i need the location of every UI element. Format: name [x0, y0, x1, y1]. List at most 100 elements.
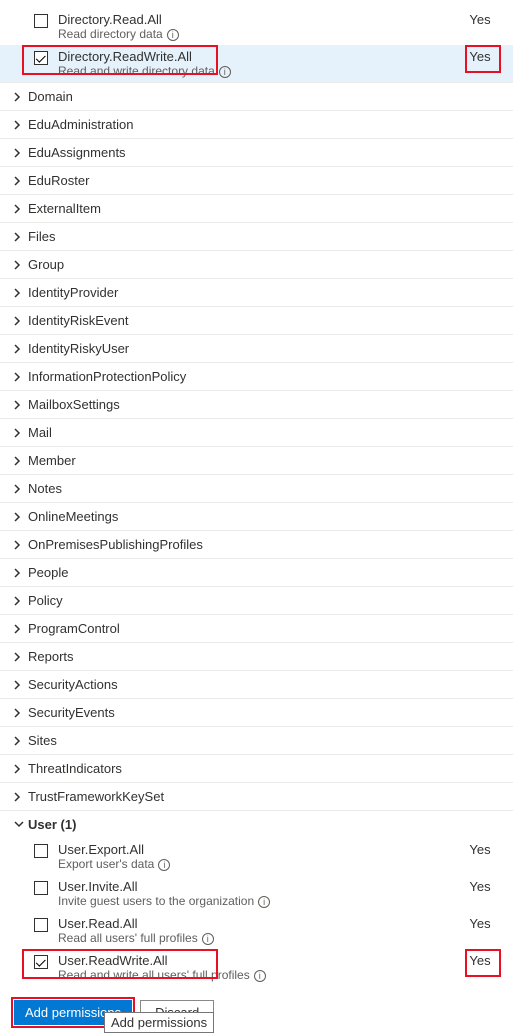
permission-checkbox[interactable] — [34, 955, 48, 969]
chevron-right-icon — [14, 372, 24, 382]
permission-row[interactable]: User.Invite.AllInvite guest users to the… — [0, 875, 513, 912]
permission-name: User.Export.All — [58, 842, 455, 857]
permission-desc: Read directory datai — [58, 27, 455, 41]
permission-checkbox[interactable] — [34, 844, 48, 858]
group-label: Mail — [28, 425, 52, 440]
chevron-right-icon — [14, 736, 24, 746]
permission-row[interactable]: User.ReadWrite.AllRead and write all use… — [0, 949, 513, 986]
info-icon[interactable]: i — [158, 859, 170, 871]
chevron-right-icon — [14, 512, 24, 522]
permission-group-row[interactable]: People — [0, 558, 513, 586]
group-label: OnPremisesPublishingProfiles — [28, 537, 203, 552]
permission-group-row[interactable]: Mail — [0, 418, 513, 446]
permission-group-row[interactable]: TrustFrameworkKeySet — [0, 782, 513, 810]
chevron-right-icon — [14, 120, 24, 130]
chevron-right-icon — [14, 204, 24, 214]
group-label: EduAdministration — [28, 117, 134, 132]
group-label: ThreatIndicators — [28, 761, 122, 776]
permission-checkbox[interactable] — [34, 51, 48, 65]
permission-group-row[interactable]: EduAdministration — [0, 110, 513, 138]
permission-group-row[interactable]: EduAssignments — [0, 138, 513, 166]
chevron-right-icon — [14, 540, 24, 550]
permission-group-row[interactable]: InformationProtectionPolicy — [0, 362, 513, 390]
chevron-right-icon — [14, 92, 24, 102]
chevron-right-icon — [14, 176, 24, 186]
permission-group-row[interactable]: Files — [0, 222, 513, 250]
permission-name: User.Read.All — [58, 916, 455, 931]
group-label: IdentityRiskEvent — [28, 313, 128, 328]
admin-consent-value: Yes — [455, 953, 505, 968]
group-label: SecurityActions — [28, 677, 118, 692]
permission-group-row[interactable]: Domain — [0, 82, 513, 110]
info-icon[interactable]: i — [219, 66, 231, 78]
info-icon[interactable]: i — [202, 933, 214, 945]
chevron-right-icon — [14, 344, 24, 354]
info-icon[interactable]: i — [167, 29, 179, 41]
permission-group-row[interactable]: Group — [0, 250, 513, 278]
info-icon[interactable]: i — [254, 970, 266, 982]
chevron-right-icon — [14, 484, 24, 494]
group-label: ExternalItem — [28, 201, 101, 216]
permission-group-row[interactable]: SecurityActions — [0, 670, 513, 698]
chevron-right-icon — [14, 232, 24, 242]
group-label: MailboxSettings — [28, 397, 120, 412]
chevron-right-icon — [14, 148, 24, 158]
permission-row[interactable]: User.Read.AllRead all users' full profil… — [0, 912, 513, 949]
permission-row[interactable]: Directory.Read.AllRead directory dataiYe… — [0, 8, 513, 45]
permission-group-row[interactable]: MailboxSettings — [0, 390, 513, 418]
group-label: OnlineMeetings — [28, 509, 118, 524]
chevron-right-icon — [14, 260, 24, 270]
permission-row[interactable]: Directory.ReadWrite.AllRead and write di… — [0, 45, 513, 82]
admin-consent-value: Yes — [455, 49, 505, 64]
permission-group-row[interactable]: Reports — [0, 642, 513, 670]
permission-checkbox[interactable] — [34, 918, 48, 932]
admin-consent-value: Yes — [455, 12, 505, 27]
chevron-right-icon — [14, 568, 24, 578]
permission-desc: Read and write all users' full profilesi — [58, 968, 455, 982]
admin-consent-value: Yes — [455, 842, 505, 857]
group-label: Reports — [28, 649, 74, 664]
permission-group-row[interactable]: Policy — [0, 586, 513, 614]
permission-name: Directory.ReadWrite.All — [58, 49, 455, 64]
chevron-down-icon — [14, 821, 24, 829]
permission-group-row[interactable]: SecurityEvents — [0, 698, 513, 726]
group-label: Member — [28, 453, 76, 468]
permission-group-row[interactable]: ProgramControl — [0, 614, 513, 642]
permission-name: User.ReadWrite.All — [58, 953, 455, 968]
permission-desc: Read all users' full profilesi — [58, 931, 455, 945]
permission-group-row[interactable]: Sites — [0, 726, 513, 754]
chevron-right-icon — [14, 400, 24, 410]
permission-group-row[interactable]: OnlineMeetings — [0, 502, 513, 530]
group-label: EduRoster — [28, 173, 89, 188]
permission-row[interactable]: User.Export.AllExport user's dataiYes — [0, 838, 513, 875]
permission-group-row[interactable]: IdentityRiskyUser — [0, 334, 513, 362]
admin-consent-value: Yes — [455, 916, 505, 931]
permission-group-row[interactable]: ExternalItem — [0, 194, 513, 222]
group-label: EduAssignments — [28, 145, 126, 160]
permission-name: Directory.Read.All — [58, 12, 455, 27]
chevron-right-icon — [14, 792, 24, 802]
group-label: Policy — [28, 593, 63, 608]
permission-checkbox[interactable] — [34, 881, 48, 895]
permission-group-row[interactable]: Notes — [0, 474, 513, 502]
group-label: IdentityProvider — [28, 285, 118, 300]
chevron-right-icon — [14, 652, 24, 662]
permission-group-row[interactable]: IdentityRiskEvent — [0, 306, 513, 334]
permission-desc: Invite guest users to the organizationi — [58, 894, 455, 908]
chevron-right-icon — [14, 428, 24, 438]
permission-checkbox[interactable] — [34, 14, 48, 28]
group-label: ProgramControl — [28, 621, 120, 636]
group-label: SecurityEvents — [28, 705, 115, 720]
permission-group-row[interactable]: Member — [0, 446, 513, 474]
permission-group-row[interactable]: ThreatIndicators — [0, 754, 513, 782]
permission-group-row-user[interactable]: User (1) — [0, 810, 513, 838]
permission-group-row[interactable]: EduRoster — [0, 166, 513, 194]
info-icon[interactable]: i — [258, 896, 270, 908]
group-label: InformationProtectionPolicy — [28, 369, 186, 384]
permission-name: User.Invite.All — [58, 879, 455, 894]
permission-group-row[interactable]: IdentityProvider — [0, 278, 513, 306]
admin-consent-value: Yes — [455, 879, 505, 894]
chevron-right-icon — [14, 316, 24, 326]
permission-group-row[interactable]: OnPremisesPublishingProfiles — [0, 530, 513, 558]
chevron-right-icon — [14, 764, 24, 774]
